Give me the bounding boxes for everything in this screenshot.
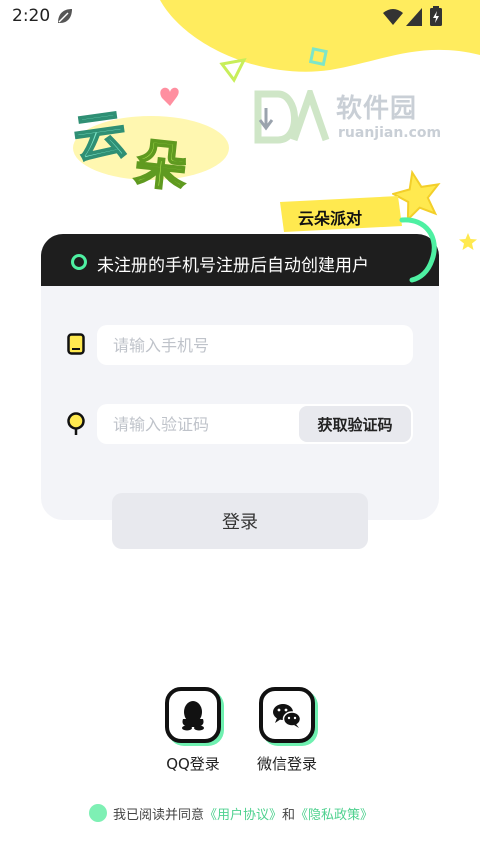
agreement-checkbox[interactable] — [89, 804, 107, 822]
app-logo: 云 朵 — [69, 87, 229, 196]
notice-bar: 未注册的手机号注册后自动创建用户 — [41, 234, 439, 286]
qq-login-button[interactable] — [165, 687, 221, 743]
notice-text: 未注册的手机号注册后自动创建用户 — [97, 256, 369, 276]
decorative-arc — [399, 217, 437, 283]
status-bar: 2:20 — [0, 0, 480, 34]
agreement-text: 我已阅读并同意《用户协议》和《隐私政策》 — [113, 804, 373, 823]
watermark: 软件园 ruanjian.com — [254, 88, 454, 148]
verification-code-icon — [67, 412, 85, 435]
watermark-en: ruanjian.com — [338, 125, 442, 141]
wifi-icon — [383, 9, 403, 25]
notice-dot-icon — [71, 254, 87, 270]
leaf-icon — [58, 9, 72, 23]
login-card: 未注册的手机号注册后自动创建用户 — [41, 234, 439, 520]
phone-icon — [67, 333, 85, 355]
wechat-icon — [273, 704, 302, 728]
agreement-prefix: 我已阅读并同意 — [113, 808, 205, 823]
status-time: 2:20 — [12, 6, 51, 26]
user-agreement-link[interactable]: 《用户协议》 — [204, 808, 282, 823]
agreement-and: 和 — [282, 808, 296, 823]
star-small-icon — [459, 233, 477, 250]
watermark-cn: 软件园 — [336, 94, 418, 124]
battery-icon — [430, 6, 442, 26]
login-button[interactable]: 登录 — [112, 493, 368, 549]
privacy-policy-link[interactable]: 《隐私政策》 — [295, 808, 373, 823]
watermark-logo-icon — [254, 90, 330, 144]
qq-icon — [182, 701, 204, 731]
qq-login-label: QQ登录 — [166, 755, 220, 773]
get-code-button[interactable]: 获取验证码 — [299, 406, 411, 442]
phone-input[interactable] — [97, 325, 413, 365]
wechat-login-button[interactable] — [259, 687, 315, 743]
svg-text:云: 云 — [70, 104, 130, 171]
party-tag: 云朵派对 — [276, 196, 406, 232]
signal-icon — [406, 8, 422, 26]
svg-text:朵: 朵 — [132, 134, 190, 196]
wechat-login-label: 微信登录 — [256, 755, 317, 773]
party-tag-label: 云朵派对 — [298, 209, 363, 228]
